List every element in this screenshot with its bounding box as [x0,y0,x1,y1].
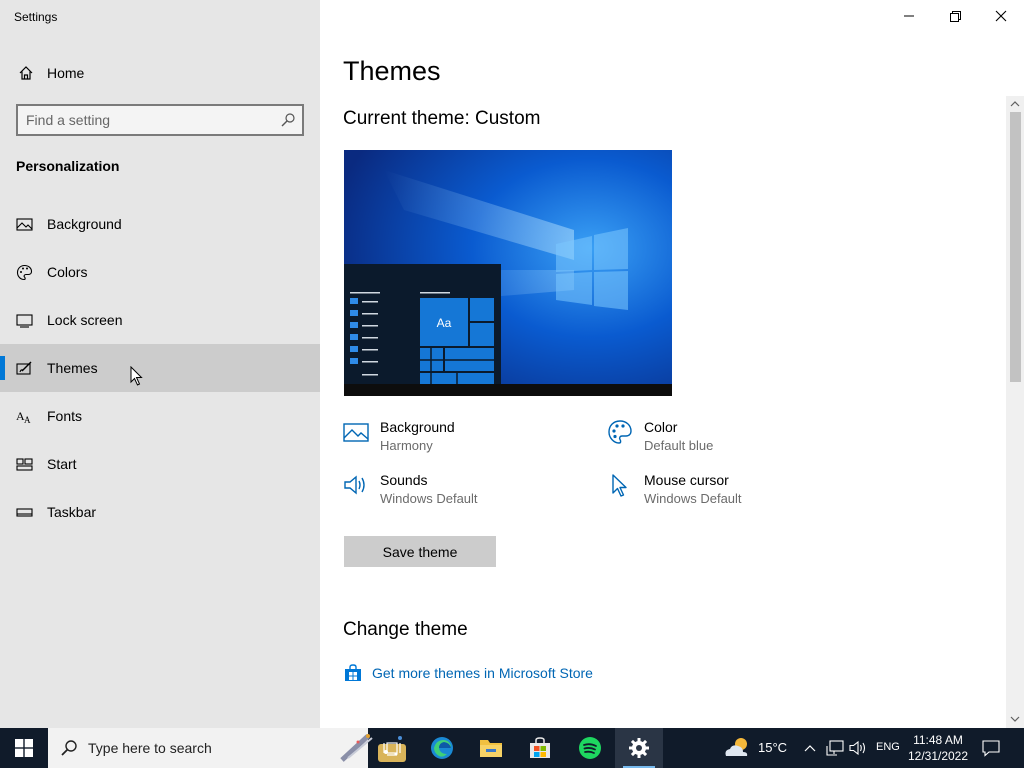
sidebar-item-fonts[interactable]: A A Fonts [0,392,320,440]
task-view-button[interactable] [368,728,416,768]
gear-icon [629,738,649,758]
search-icon [61,740,77,756]
cursor-icon [612,474,627,497]
home-label: Home [47,65,85,81]
microsoft-store-link[interactable]: Get more themes in Microsoft Store [344,662,593,684]
picture-icon [343,423,369,442]
picture-icon [16,218,33,231]
search-icon[interactable] [280,112,296,128]
clock-time: 11:48 AM [913,733,963,747]
palette-icon [608,420,632,444]
theme-sounds-setting[interactable]: Sounds Windows Default [343,472,583,516]
network-icon[interactable] [826,740,844,756]
windows-logo-icon [15,739,33,757]
theme-mouse-cursor-setting[interactable]: Mouse cursor Windows Default [607,472,847,516]
theme-background-setting[interactable]: Background Harmony [343,419,583,463]
clock-date: 12/31/2022 [907,749,969,763]
sidebar-item-label: Colors [47,264,88,280]
sidebar-item-background[interactable]: Background [0,200,320,248]
minimize-icon[interactable] [897,6,921,26]
start-button[interactable] [0,728,48,768]
store-icon [530,737,550,758]
theme-preview: Aa [344,150,672,396]
save-theme-button[interactable]: Save theme [344,536,496,567]
sidebar-item-colors[interactable]: Colors [0,248,320,296]
lock-screen-icon [16,314,33,328]
close-icon[interactable] [989,6,1013,26]
property-value: Windows Default [644,491,742,506]
scrollbar-thumb[interactable] [1010,112,1021,382]
page-title: Themes [343,56,441,86]
search-input[interactable] [26,111,276,129]
edge-icon [431,737,453,759]
settings-search-box[interactable] [16,104,304,136]
property-value: Harmony [380,438,433,453]
sidebar-item-label: Fonts [47,408,83,424]
store-taskbar-button[interactable] [516,728,564,768]
taskbar-icon [16,508,33,517]
scroll-down-icon[interactable] [1010,714,1020,724]
spotify-taskbar-button[interactable] [566,728,614,768]
clock[interactable]: 11:48 AM 12/31/2022 [902,732,974,764]
speaker-icon [344,475,365,495]
weather-temperature[interactable]: 15°C [758,740,787,755]
sidebar-item-label: Themes [47,360,98,376]
sidebar-item-label: Taskbar [47,504,97,520]
input-language-indicator[interactable]: ENG [876,741,900,753]
vertical-scrollbar[interactable] [1006,96,1024,728]
svg-text:A: A [24,415,31,425]
change-theme-heading: Change theme [343,619,468,640]
sidebar: Settings Home Personalization Background… [0,0,320,728]
spotify-icon [579,737,601,759]
taskbar: Type here to search 15°C ENG 11:48 AM 12… [0,728,1024,768]
volume-icon[interactable] [849,740,867,756]
sidebar-item-lock-screen[interactable]: Lock screen [0,296,320,344]
sidebar-item-label: Start [47,456,77,472]
home-nav-item[interactable]: Home [0,56,320,90]
folder-icon [480,740,502,757]
file-explorer-taskbar-button[interactable] [467,728,515,768]
store-icon [345,664,361,681]
main-content: Themes Current theme: Custom Aa Backgrou… [320,0,1024,728]
app-title: Settings [14,10,58,24]
current-theme-label: Current theme: Custom [343,108,541,129]
property-name: Sounds [380,472,428,488]
preview-tile-label: Aa [437,316,452,330]
sidebar-item-taskbar[interactable]: Taskbar [0,488,320,536]
property-name: Color [644,419,678,435]
brush-icon [16,361,32,375]
sidebar-item-themes[interactable]: Themes [0,344,320,392]
notifications-icon[interactable] [982,739,1000,757]
weather-icon[interactable] [722,736,752,760]
store-link-label: Get more themes in Microsoft Store [372,665,593,681]
sidebar-item-label: Lock screen [47,312,123,328]
property-name: Background [380,419,455,435]
mouse-pointer-icon [130,366,143,386]
settings-taskbar-button[interactable] [615,728,663,768]
sidebar-item-start[interactable]: Start [0,440,320,488]
scroll-up-icon[interactable] [1010,99,1020,109]
task-view-icon [383,742,401,756]
taskbar-search-box[interactable]: Type here to search [48,728,406,768]
section-title: Personalization [16,158,120,174]
sidebar-item-label: Background [47,216,122,232]
palette-icon [16,264,33,281]
chevron-up-icon[interactable] [803,741,817,755]
edge-taskbar-button[interactable] [418,728,466,768]
home-icon [19,66,33,80]
restore-icon[interactable] [943,6,967,26]
start-icon [16,458,33,471]
property-value: Windows Default [380,491,478,506]
fonts-icon: A A [16,409,31,425]
taskbar-search-placeholder: Type here to search [88,740,212,756]
theme-color-setting[interactable]: Color Default blue [607,419,847,463]
property-name: Mouse cursor [644,472,729,488]
selection-indicator [0,356,5,380]
property-value: Default blue [644,438,714,453]
